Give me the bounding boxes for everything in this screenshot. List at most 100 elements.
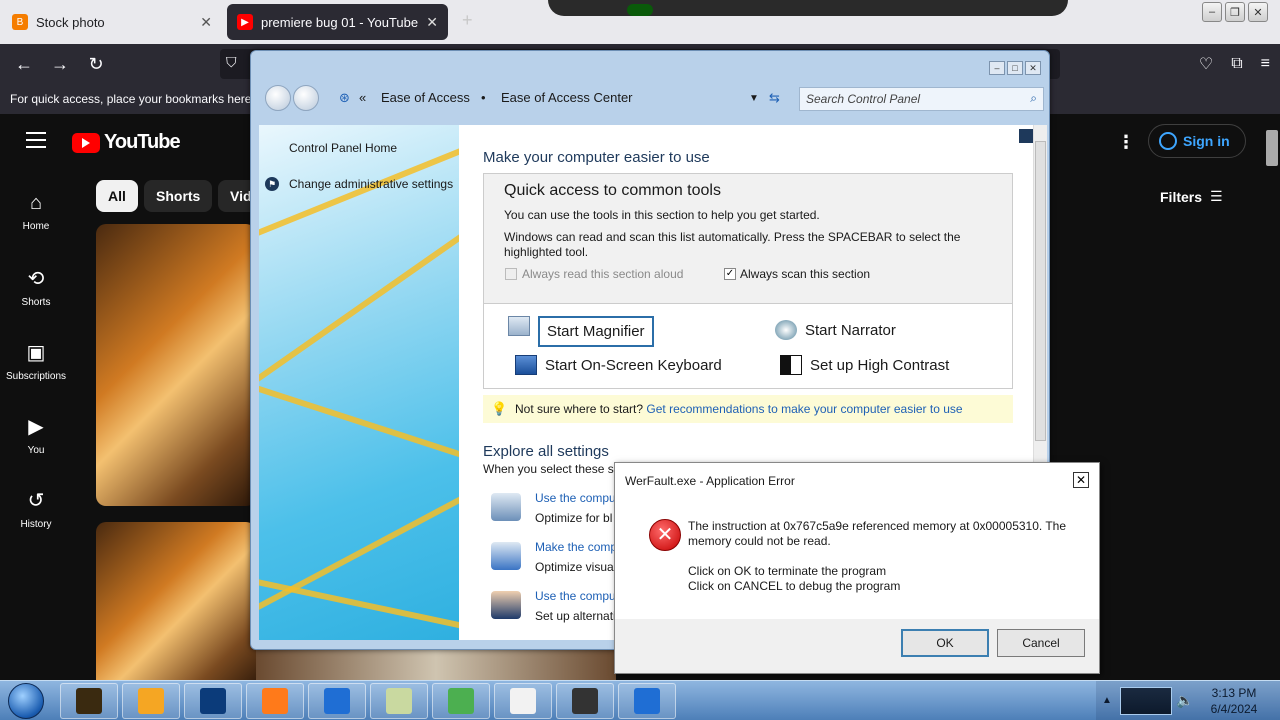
start-magnifier-button[interactable]: Start Magnifier (508, 316, 654, 347)
taskbar-app-5[interactable] (308, 683, 366, 719)
search-placeholder: Search Control Panel (806, 92, 921, 106)
tray-app-icon[interactable] (1120, 687, 1172, 715)
control-panel-home-link[interactable]: Control Panel Home (289, 141, 397, 155)
camera-indicator (627, 4, 653, 16)
taskbar-app-2[interactable] (122, 683, 180, 719)
tool-label: Set up High Contrast (810, 357, 950, 374)
taskbar-firefox[interactable] (246, 683, 304, 719)
taskbar-firefox-icon (262, 688, 288, 714)
breadcrumb-ease-of-access[interactable]: Ease of Access (381, 90, 470, 105)
filters-button[interactable]: Filters ☰ (1160, 188, 1223, 205)
dropdown-arrow-icon[interactable]: ▼ (749, 93, 759, 104)
minimize-icon[interactable]: – (1202, 2, 1222, 22)
tab-youtube[interactable]: ▶ premiere bug 01 - YouTube ✕ (227, 4, 448, 40)
taskbar-app-8[interactable] (494, 683, 552, 719)
search-input[interactable]: Search Control Panel ⌕ (799, 87, 1044, 111)
window-controls: – □ ✕ (989, 61, 1041, 75)
sidebar-item-label: Shorts (21, 297, 51, 308)
taskbar-app-1-icon (76, 688, 102, 714)
close-icon[interactable]: ✕ (1073, 472, 1089, 488)
taskbar-app-5-icon (324, 688, 350, 714)
chip-shorts[interactable]: Shorts (144, 180, 213, 212)
video-thumbnail[interactable] (256, 650, 616, 680)
change-admin-settings-link[interactable]: Change administrative settings (289, 177, 453, 191)
dialog-title: WerFault.exe - Application Error (615, 463, 1099, 499)
tab-stock-photo[interactable]: B Stock photo ✕ (2, 4, 222, 40)
volume-icon[interactable]: 🔈 (1176, 692, 1193, 709)
start-narrator-button[interactable]: Start Narrator (775, 320, 896, 340)
error-instruction: Click on CANCEL to debug the program (688, 579, 901, 593)
minimize-icon[interactable]: – (989, 61, 1005, 75)
sidebar-item-you[interactable]: ▶ You (0, 414, 72, 456)
maximize-icon[interactable]: □ (1007, 61, 1023, 75)
chip-all[interactable]: All (96, 180, 138, 212)
start-button[interactable] (8, 683, 44, 719)
refresh-icon[interactable]: ⇆ (769, 90, 780, 106)
back-arrow-icon[interactable]: ← (6, 46, 42, 82)
tool-label: Start On-Screen Keyboard (545, 357, 722, 374)
taskbar-control-panel[interactable] (370, 683, 428, 719)
shield-icon[interactable]: ⛉ (226, 54, 237, 71)
sidebar-item-history[interactable]: ↺ History (0, 488, 72, 530)
maximize-icon[interactable]: ❐ (1225, 2, 1245, 22)
quick-access-header: Quick access to common tools You can use… (484, 174, 1012, 304)
sidebar-item-label: Subscriptions (5, 371, 67, 382)
menu-icon[interactable]: ≡ (1261, 55, 1270, 73)
keyboard-icon (515, 355, 537, 375)
taskbar-app-1[interactable] (60, 683, 118, 719)
get-recommendations-link[interactable]: Get recommendations to make your compute… (646, 402, 962, 416)
show-hidden-icons-icon[interactable]: ▲ (1102, 695, 1112, 706)
close-tab-icon[interactable]: ✕ (200, 14, 212, 31)
taskbar-app-3[interactable] (184, 683, 242, 719)
page-scrollbar[interactable] (1262, 114, 1280, 680)
explore-item[interactable]: Make the comp Optimize visual (491, 540, 617, 574)
clock[interactable]: 3:13 PM 6/4/2024 (1194, 685, 1274, 717)
forward-button[interactable] (293, 85, 319, 111)
youtube-logo[interactable]: YouTube (72, 131, 181, 154)
sidebar-item-subscriptions[interactable]: ▣ Subscriptions (0, 340, 72, 382)
sidebar-item-shorts[interactable]: ⟲ Shorts (0, 266, 72, 308)
filters-label: Filters (1160, 188, 1203, 205)
reload-icon[interactable]: ↻ (78, 46, 114, 82)
hamburger-menu-icon[interactable] (26, 132, 46, 153)
taskbar-app-10[interactable] (618, 683, 676, 719)
forward-arrow-icon[interactable]: → (42, 46, 78, 82)
breadcrumb-ease-of-access-center[interactable]: Ease of Access Center (501, 90, 633, 105)
extensions-icon[interactable]: ⧉ (1231, 55, 1242, 73)
taskbar-app-8-icon (510, 688, 536, 714)
window-controls: – ❐ ✕ (1202, 2, 1268, 22)
error-icon: ✕ (649, 519, 681, 551)
sidebar-item-home[interactable]: ⌂ Home (0, 192, 72, 232)
close-icon[interactable]: ✕ (1248, 2, 1268, 22)
video-thumbnail[interactable] (96, 224, 256, 506)
pocket-icon[interactable]: ♡ (1199, 54, 1213, 74)
ok-button[interactable]: OK (901, 629, 989, 657)
quick-access-title: Quick access to common tools (504, 182, 721, 199)
read-aloud-checkbox[interactable] (505, 268, 517, 280)
left-navigation-pane: Control Panel Home ⚑ Change administrati… (259, 125, 459, 640)
narrator-icon (775, 320, 797, 340)
new-tab-button[interactable]: + (462, 10, 473, 31)
help-icon[interactable] (1019, 129, 1033, 143)
close-tab-icon[interactable]: ✕ (426, 14, 438, 31)
cancel-button[interactable]: Cancel (997, 629, 1085, 657)
taskbar-app-9[interactable] (556, 683, 614, 719)
more-options-icon[interactable]: ⋮ (1117, 132, 1135, 153)
display-icon (491, 542, 521, 570)
taskbar-control-panel-icon (386, 688, 412, 714)
sign-in-button[interactable]: Sign in (1148, 124, 1246, 158)
close-icon[interactable]: ✕ (1025, 61, 1041, 75)
explore-link[interactable]: Use the compu (535, 491, 616, 505)
explore-item[interactable]: Use the compu Optimize for bl (491, 491, 616, 525)
explore-link[interactable]: Make the comp (535, 540, 617, 554)
high-contrast-icon (780, 355, 802, 375)
explore-link[interactable]: Use the compu (535, 589, 616, 603)
set-up-high-contrast-button[interactable]: Set up High Contrast (780, 355, 950, 375)
start-on-screen-keyboard-button[interactable]: Start On-Screen Keyboard (515, 355, 722, 375)
taskbar-app-7[interactable] (432, 683, 490, 719)
search-icon[interactable]: ⌕ (1030, 91, 1037, 106)
explore-item[interactable]: Use the compu Set up alternati (491, 589, 616, 623)
back-button[interactable] (265, 85, 291, 111)
video-thumbnail[interactable] (96, 522, 256, 692)
scan-section-checkbox[interactable]: ✓ (724, 268, 736, 280)
